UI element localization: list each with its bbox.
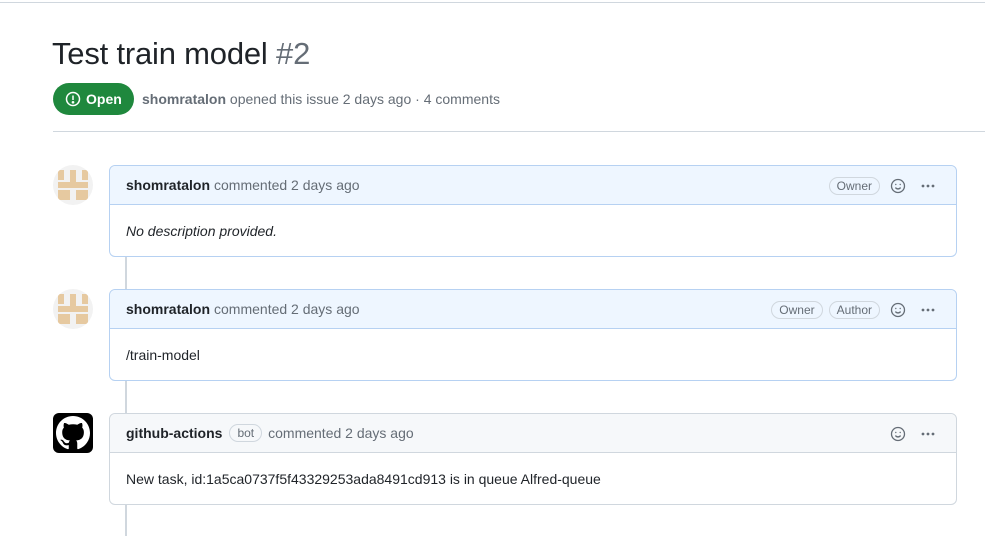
smiley-icon [890,178,906,193]
github-octocat-icon [56,416,90,450]
bot-label: bot [229,424,263,442]
issue-author-link[interactable]: shomratalon [142,91,226,107]
comment-author-avatar[interactable] [53,413,93,453]
comment-timestamp[interactable]: commented 2 days ago [214,301,360,317]
comment-header: shomratalon commented 2 days ago Owner [110,166,956,205]
issue-opened-text: opened this issue 2 days ago [229,91,412,107]
comment-header: shomratalon commented 2 days ago Owner A… [110,290,956,329]
comment-options-button[interactable] [916,298,940,322]
issue-comments-count: 4 comments [423,91,500,107]
author-label: Author [828,300,880,319]
add-reaction-button[interactable] [886,422,910,446]
timeline-connector [125,380,127,414]
comment-author[interactable]: shomratalon [126,177,210,193]
comment-author[interactable]: shomratalon [126,301,210,317]
issue-number: #2 [276,36,311,71]
issue-state-label: Open [86,91,122,107]
meta-separator: · [415,91,420,107]
comment-author[interactable]: github-actions [126,425,222,441]
smiley-icon [890,426,906,441]
comment-box: github-actions bot commented 2 days ago … [109,413,957,505]
issue-title-text: Test train model [52,36,268,71]
identicon-avatar [53,289,93,329]
issue-meta: shomratalon opened this issue 2 days ago… [142,91,500,107]
header-divider [53,131,985,132]
add-reaction-button[interactable] [886,174,910,198]
add-reaction-button[interactable] [886,298,910,322]
comment-box: shomratalon commented 2 days ago Owner A… [109,289,957,381]
comment-author-avatar[interactable] [53,289,93,329]
issue-state-badge: Open [53,83,134,115]
timeline-connector [125,256,127,290]
timeline-connector [125,505,127,536]
comment-body: /train-model [126,346,200,363]
comment-timestamp[interactable]: commented 2 days ago [214,177,360,193]
comment-body: No description provided. [126,222,277,239]
kebab-horizontal-icon [921,308,935,311]
comment-options-button[interactable] [916,422,940,446]
comment-header: github-actions bot commented 2 days ago [110,414,956,453]
comment-options-button[interactable] [916,174,940,198]
owner-label: Owner [771,300,823,319]
owner-label: Owner [828,176,880,195]
comment-author-avatar[interactable] [53,165,93,205]
issue-title: Test train model #2 [52,36,310,72]
kebab-horizontal-icon [921,432,935,435]
identicon-avatar [53,165,93,205]
issue-open-icon [65,91,81,107]
comment-box: shomratalon commented 2 days ago Owner N… [109,165,957,257]
smiley-icon [890,302,906,317]
comment-timestamp[interactable]: commented 2 days ago [268,425,414,441]
top-divider [0,2,985,3]
kebab-horizontal-icon [921,184,935,187]
comment-body: New task, id:1a5ca0737f5f43329253ada8491… [126,470,601,487]
